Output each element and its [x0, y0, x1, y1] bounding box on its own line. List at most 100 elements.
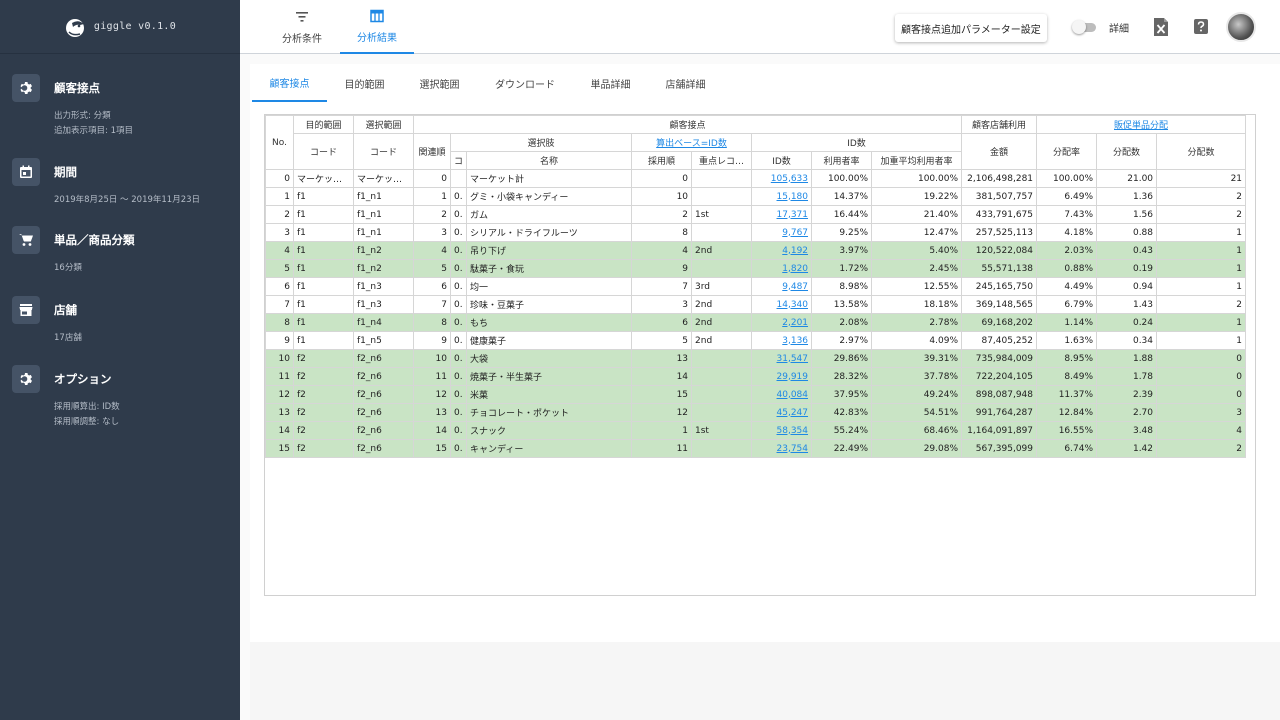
cell-adopt: 3: [631, 295, 693, 314]
cell-ids[interactable]: 3,136: [751, 331, 813, 350]
cell-drate: 1.14%: [1036, 313, 1098, 332]
cell-adopt: 9: [631, 259, 693, 278]
cell-wrate: 37.78%: [871, 367, 963, 386]
cell-ids[interactable]: 4,192: [751, 241, 813, 260]
sidebar-section-4[interactable]: オプション 採用順算出: ID数 採用順調整: なし: [12, 365, 232, 430]
detail-toggle[interactable]: [1072, 20, 1096, 34]
subtab-purpose-range[interactable]: 目的範囲: [327, 64, 402, 102]
cell-wrate: 19.22%: [871, 187, 963, 206]
cell-rel: 13: [413, 403, 451, 422]
cell-purpose: マーケッ…: [293, 169, 354, 188]
subtab-selection-range[interactable]: 選択範囲: [402, 64, 477, 102]
cell-name: 大袋: [466, 349, 633, 368]
cell-ids[interactable]: 23,754: [751, 439, 813, 458]
cell-ids[interactable]: 17,371: [751, 205, 813, 224]
id-count-link[interactable]: 17,371: [777, 210, 809, 220]
sidebar-section-2[interactable]: 単品／商品分類 16分類: [12, 226, 232, 276]
cell-ids[interactable]: 45,247: [751, 403, 813, 422]
cell-ko: 0.: [449, 259, 468, 278]
id-count-link[interactable]: 4,192: [782, 246, 808, 256]
cell-ids[interactable]: 58,354: [751, 421, 813, 440]
cell-sel: f1_n2: [353, 241, 414, 260]
cell-key: [691, 367, 753, 386]
cell-dcount: 1.78: [1096, 367, 1158, 386]
tab-analysis-results[interactable]: 分析結果: [340, 0, 414, 54]
id-count-link[interactable]: 14,340: [777, 300, 809, 310]
sidebar-section-1[interactable]: 期間 2019年8月25日 〜 2019年11月23日: [12, 158, 232, 208]
cell-ids[interactable]: 2,201: [751, 313, 813, 332]
cell-ids[interactable]: 14,340: [751, 295, 813, 314]
cell-ids[interactable]: 9,487: [751, 277, 813, 296]
cell-name: 駄菓子・食玩: [466, 259, 633, 278]
sidebar-section-0[interactable]: 顧客接点 出力形式: 分類 追加表示項目: 1項目: [12, 74, 232, 139]
cell-dcount2: 1: [1156, 313, 1247, 332]
id-count-link[interactable]: 1,820: [782, 264, 808, 274]
cell-adopt: 8: [631, 223, 693, 242]
sidebar-summary-line: 追加表示項目: 1項目: [54, 126, 133, 136]
table-row: 3 f1 f1_n1 3 0. シリアル・ドライフルーツ 8 9,767 9.25% 12.47%…: [265, 223, 1247, 242]
excel-export-icon[interactable]: [1152, 17, 1170, 37]
id-count-link[interactable]: 23,754: [777, 444, 809, 454]
id-count-link[interactable]: 3,136: [782, 336, 808, 346]
subtab-download[interactable]: ダウンロード: [477, 64, 573, 102]
cell-adopt: 11: [631, 439, 693, 458]
id-count-link[interactable]: 29,919: [777, 372, 809, 382]
subtab-item-detail[interactable]: 単品詳細: [573, 64, 648, 102]
id-count-link[interactable]: 15,180: [777, 192, 809, 202]
cell-purpose: f2: [293, 349, 354, 368]
id-count-link[interactable]: 58,354: [777, 426, 809, 436]
cell-dcount: 1.36: [1096, 187, 1158, 206]
cell-ids[interactable]: 31,547: [751, 349, 813, 368]
sidebar-section-summary: 17店舗: [54, 331, 232, 346]
cell-no: 2: [265, 205, 294, 224]
cell-ids[interactable]: 40,084: [751, 385, 813, 404]
cell-wrate: 100.00%: [871, 169, 963, 188]
cell-drate: 6.79%: [1036, 295, 1098, 314]
cell-name: グミ・小袋キャンディー: [466, 187, 633, 206]
cell-rel: 3: [413, 223, 451, 242]
cell-ids[interactable]: 9,767: [751, 223, 813, 242]
cell-name: 焼菓子・半生菓子: [466, 367, 633, 386]
subtab-touchpoint[interactable]: 顧客接点: [252, 64, 327, 102]
cell-sel: f2_n6: [353, 403, 414, 422]
id-count-link[interactable]: 9,487: [782, 282, 808, 292]
table-icon: [370, 9, 384, 22]
id-count-link[interactable]: 31,547: [777, 354, 809, 364]
id-count-link[interactable]: 45,247: [777, 408, 809, 418]
user-avatar[interactable]: [1226, 12, 1256, 42]
cell-rel: 2: [413, 205, 451, 224]
help-icon[interactable]: [1192, 17, 1210, 37]
cell-rate: 16.44%: [811, 205, 873, 224]
cell-ids[interactable]: 15,180: [751, 187, 813, 206]
touchpoint-params-button[interactable]: 顧客接点追加パラメーター設定: [895, 14, 1047, 42]
cell-rel: 8: [413, 313, 451, 332]
cell-drate: 2.03%: [1036, 241, 1098, 260]
cell-ids[interactable]: 29,919: [751, 367, 813, 386]
cell-ids[interactable]: 1,820: [751, 259, 813, 278]
cell-adopt: 15: [631, 385, 693, 404]
table-row: 7 f1 f1_n3 7 0. 珍味・豆菓子 3 2nd 14,340 13.58% 18.18% 3…: [265, 295, 1247, 314]
sidebar-section-3[interactable]: 店舗 17店舗: [12, 296, 232, 346]
cell-rel: 1: [413, 187, 451, 206]
cell-sel: f1_n1: [353, 223, 414, 242]
id-count-link[interactable]: 2,201: [782, 318, 808, 328]
col-ko: コ: [449, 151, 468, 170]
cell-name: 米菓: [466, 385, 633, 404]
tab-analysis-conditions[interactable]: 分析条件: [278, 0, 326, 54]
table-row: 1 f1 f1_n1 1 0. グミ・小袋キャンディー 10 15,180 14.37% 19.2…: [265, 187, 1247, 206]
promo-allocation-link[interactable]: 販促単品分配: [1036, 115, 1247, 134]
col-relevance: 関連順: [413, 133, 451, 170]
table-row: 8 f1 f1_n4 8 0. もち 6 2nd 2,201 2.08% 2.78% 69,168,2…: [265, 313, 1247, 332]
id-count-link[interactable]: 40,084: [777, 390, 809, 400]
cell-key: [691, 439, 753, 458]
cell-key: 2nd: [691, 295, 753, 314]
sidebar-section-header: 単品／商品分類: [12, 226, 232, 254]
cell-rate: 2.08%: [811, 313, 873, 332]
cell-ids[interactable]: 105,633: [751, 169, 813, 188]
cell-dcount2: 21: [1156, 169, 1247, 188]
id-count-link[interactable]: 9,767: [782, 228, 808, 238]
calc-base-link[interactable]: 算出ベース=ID数: [631, 133, 753, 152]
id-count-link[interactable]: 105,633: [771, 174, 808, 184]
sidebar-summary-line: 採用順算出: ID数: [54, 402, 120, 412]
subtab-store-detail[interactable]: 店舗詳細: [648, 64, 723, 102]
